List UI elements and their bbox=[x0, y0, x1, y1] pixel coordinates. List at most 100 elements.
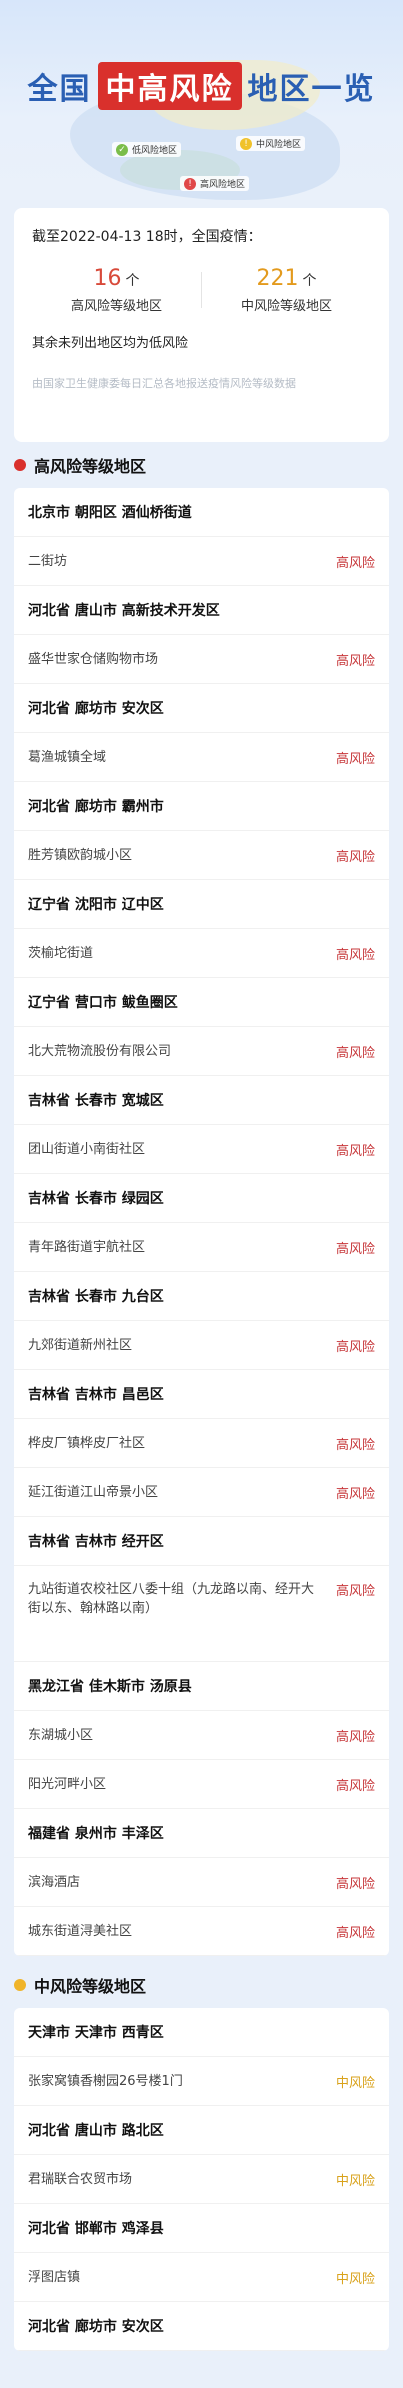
region-header: 天津市 天津市 西青区 bbox=[14, 2008, 389, 2057]
data-source-note: 由国家卫生健康委每日汇总各地报送疫情风险等级数据 bbox=[32, 377, 296, 390]
risk-level-tag: 高风险 bbox=[335, 1778, 375, 1794]
location-name: 青年路街道宇航社区 bbox=[28, 1239, 146, 1255]
list-item[interactable]: 九郊街道新州社区 高风险 bbox=[14, 1321, 389, 1370]
risk-level-tag: 高风险 bbox=[335, 653, 375, 669]
summary-stats: 16 个 高风险等级地区 221 个 中风险等级地区 bbox=[32, 266, 371, 314]
region-header: 河北省 唐山市 高新技术开发区 bbox=[14, 586, 389, 635]
region-header: 河北省 廊坊市 安次区 bbox=[14, 684, 389, 733]
low-risk-note: 其余未列出地区均为低风险 bbox=[32, 336, 189, 351]
mid-risk-label: 中风险等级地区 bbox=[240, 299, 332, 314]
list-item[interactable]: 北大荒物流股份有限公司 高风险 bbox=[14, 1027, 389, 1076]
location-name: 北大荒物流股份有限公司 bbox=[28, 1043, 172, 1059]
risk-level-tag: 高风险 bbox=[335, 751, 375, 767]
legend-mid-label: 中风险地区 bbox=[256, 140, 302, 150]
title-highlight: 中高风险 bbox=[97, 62, 242, 110]
risk-level-tag: 高风险 bbox=[335, 1876, 375, 1892]
location-name: 茨榆坨街道 bbox=[28, 945, 94, 961]
list-item[interactable]: 二街坊 高风险 bbox=[14, 537, 389, 586]
high-risk-count: 16 bbox=[93, 266, 122, 291]
region-header: 吉林省 吉林市 经开区 bbox=[14, 1517, 389, 1566]
red-dot-icon bbox=[14, 459, 26, 471]
risk-level-tag: 高风险 bbox=[335, 555, 375, 571]
location-name: 延江街道江山帝景小区 bbox=[28, 1484, 159, 1500]
location-name: 张家窝镇香榭园26号楼1门 bbox=[28, 2073, 183, 2089]
yellow-dot-icon bbox=[14, 1979, 26, 1991]
location-name: 城东街道浔美社区 bbox=[28, 1923, 133, 1939]
list-item[interactable]: 城东街道浔美社区 高风险 bbox=[14, 1907, 389, 1956]
region-header: 吉林省 吉林市 昌邑区 bbox=[14, 1370, 389, 1419]
list-item[interactable]: 团山街道小南街社区 高风险 bbox=[14, 1125, 389, 1174]
risk-level-tag: 高风险 bbox=[335, 1241, 375, 1257]
high-risk-section-title: 高风险等级地区 bbox=[34, 457, 147, 476]
region-header: 辽宁省 沈阳市 辽中区 bbox=[14, 880, 389, 929]
region-header: 黑龙江省 佳木斯市 汤原县 bbox=[14, 1662, 389, 1711]
check-icon: ✓ bbox=[116, 143, 128, 156]
legend-high: ! 高风险地区 bbox=[180, 176, 250, 191]
region-header: 河北省 廊坊市 霸州市 bbox=[14, 782, 389, 831]
list-item[interactable]: 东湖城小区 高风险 bbox=[14, 1711, 389, 1760]
risk-level-tag: 高风险 bbox=[335, 1339, 375, 1355]
region-header: 吉林省 长春市 九台区 bbox=[14, 1272, 389, 1321]
list-item[interactable]: 茨榆坨街道 高风险 bbox=[14, 929, 389, 978]
high-risk-stat: 16 个 高风险等级地区 bbox=[32, 266, 201, 314]
list-item[interactable]: 张家窝镇香榭园26号楼1门 中风险 bbox=[14, 2057, 389, 2106]
risk-level-tag: 高风险 bbox=[335, 1729, 375, 1745]
list-item[interactable]: 葛渔城镇全域 高风险 bbox=[14, 733, 389, 782]
location-name: 盛华世家仓储购物市场 bbox=[28, 651, 159, 667]
risk-level-tag: 高风险 bbox=[335, 1486, 375, 1502]
warning-icon: ! bbox=[184, 177, 196, 190]
list-item[interactable]: 胜芳镇欧韵城小区 高风险 bbox=[14, 831, 389, 880]
risk-level-tag: 高风险 bbox=[335, 1143, 375, 1159]
legend-low: ✓ 低风险地区 bbox=[112, 142, 182, 157]
region-header: 北京市 朝阳区 酒仙桥街道 bbox=[14, 488, 389, 537]
list-item[interactable]: 浮图店镇 中风险 bbox=[14, 2253, 389, 2302]
region-header: 福建省 泉州市 丰泽区 bbox=[14, 1809, 389, 1858]
location-name: 九站街道农校社区八委十组（九龙路以南、经开大街以东、翰林路以南） bbox=[28, 1582, 315, 1616]
legend-mid: ! 中风险地区 bbox=[236, 136, 306, 151]
location-name: 团山街道小南街社区 bbox=[28, 1141, 146, 1157]
mid-risk-stat: 221 个 中风险等级地区 bbox=[202, 266, 371, 314]
list-item[interactable]: 桦皮厂镇桦皮厂社区 高风险 bbox=[14, 1419, 389, 1468]
page-title: 全国 中高风险 地区一览 bbox=[0, 62, 403, 110]
risk-level-tag: 中风险 bbox=[335, 2075, 375, 2091]
list-item[interactable]: 九站街道农校社区八委十组（九龙路以南、经开大街以东、翰林路以南） 高风险 bbox=[14, 1566, 389, 1662]
location-name: 阳光河畔小区 bbox=[28, 1776, 107, 1792]
hero-banner: 全国 中高风险 地区一览 ✓ 低风险地区 ! 中风险地区 ! 高风险地区 bbox=[0, 0, 403, 200]
mid-risk-list: 天津市 天津市 西青区 张家窝镇香榭园26号楼1门 中风险 河北省 唐山市 路北区 君瑞… bbox=[14, 2008, 389, 2351]
location-name: 葛渔城镇全域 bbox=[28, 749, 107, 765]
risk-level-tag: 中风险 bbox=[335, 2271, 375, 2287]
location-name: 东湖城小区 bbox=[28, 1727, 94, 1743]
risk-level-tag: 中风险 bbox=[335, 2173, 375, 2189]
high-risk-list: 北京市 朝阳区 酒仙桥街道 二街坊 高风险 河北省 唐山市 高新技术开发区 盛华世家仓储… bbox=[14, 488, 389, 1956]
list-item[interactable]: 滨海酒店 高风险 bbox=[14, 1858, 389, 1907]
mid-risk-unit: 个 bbox=[302, 273, 317, 289]
region-header: 河北省 邯郸市 鸡泽县 bbox=[14, 2204, 389, 2253]
title-left: 全国 bbox=[27, 72, 92, 107]
location-name: 桦皮厂镇桦皮厂社区 bbox=[28, 1435, 146, 1451]
legend-low-label: 低风险地区 bbox=[132, 146, 178, 156]
risk-level-tag: 高风险 bbox=[335, 1584, 375, 1599]
info-icon: ! bbox=[240, 137, 252, 150]
mid-risk-section-header: 中风险等级地区 bbox=[0, 1962, 403, 2008]
risk-level-tag: 高风险 bbox=[335, 947, 375, 963]
location-name: 君瑞联合农贸市场 bbox=[28, 2171, 133, 2187]
region-header: 河北省 唐山市 路北区 bbox=[14, 2106, 389, 2155]
location-name: 滨海酒店 bbox=[28, 1874, 81, 1890]
high-risk-section-header: 高风险等级地区 bbox=[0, 442, 403, 488]
risk-level-tag: 高风险 bbox=[335, 849, 375, 865]
risk-level-tag: 高风险 bbox=[335, 1437, 375, 1453]
region-header: 吉林省 长春市 绿园区 bbox=[14, 1174, 389, 1223]
risk-level-tag: 高风险 bbox=[335, 1925, 375, 1941]
list-item[interactable]: 盛华世家仓储购物市场 高风险 bbox=[14, 635, 389, 684]
high-risk-label: 高风险等级地区 bbox=[70, 299, 162, 314]
summary-card: 截至2022-04-13 18时，全国疫情： 16 个 高风险等级地区 221 个 … bbox=[14, 208, 389, 442]
list-item[interactable]: 青年路街道宇航社区 高风险 bbox=[14, 1223, 389, 1272]
list-item[interactable]: 延江街道江山帝景小区 高风险 bbox=[14, 1468, 389, 1517]
location-name: 九郊街道新州社区 bbox=[28, 1337, 133, 1353]
list-item[interactable]: 阳光河畔小区 高风险 bbox=[14, 1760, 389, 1809]
high-risk-unit: 个 bbox=[125, 273, 140, 289]
summary-date: 截至2022-04-13 18时，全国疫情： bbox=[32, 229, 262, 245]
list-item[interactable]: 君瑞联合农贸市场 中风险 bbox=[14, 2155, 389, 2204]
mid-risk-section-title: 中风险等级地区 bbox=[34, 1977, 147, 1996]
location-name: 二街坊 bbox=[28, 553, 68, 569]
